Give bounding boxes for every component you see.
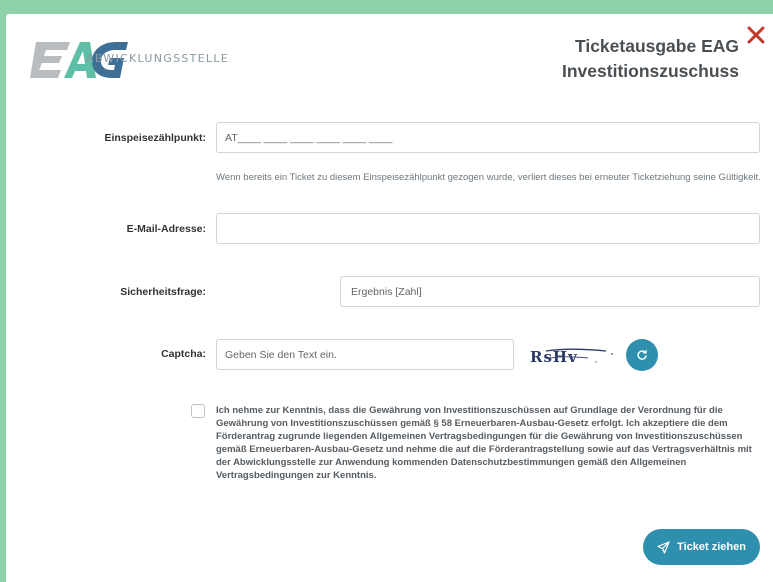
zaehlpunkt-hint: Wenn bereits ein Ticket zu diesem Einspe… <box>216 172 761 183</box>
captcha-refresh-button[interactable] <box>626 339 658 371</box>
dialog-title-line1: Ticketausgabe EAG <box>574 36 739 56</box>
email-label: E-Mail-Adresse: <box>126 223 206 235</box>
consent-checkbox[interactable] <box>191 404 205 418</box>
ticket-ziehen-button[interactable]: Ticket ziehen <box>643 529 760 565</box>
zaehlpunkt-input[interactable] <box>216 122 760 153</box>
consent-text: Ich nehme zur Kenntnis, dass die Gewähru… <box>216 405 752 481</box>
refresh-icon <box>637 349 647 360</box>
close-icon <box>747 26 765 44</box>
dialog-title: Ticketausgabe EAG Investitionszuschuss <box>562 34 739 84</box>
close-button[interactable] <box>745 24 767 46</box>
captcha-input[interactable] <box>216 339 514 370</box>
captcha-image: RsHv <box>526 342 621 368</box>
security-answer-input[interactable] <box>340 276 760 307</box>
dialog-title-line2: Investitionszuschuss <box>562 61 739 81</box>
submit-label: Ticket ziehen <box>677 541 746 553</box>
security-question-label: Sicherheitsfrage: <box>120 286 206 298</box>
email-input[interactable] <box>216 213 760 244</box>
zaehlpunkt-label: Einspeisezählpunkt: <box>104 132 206 144</box>
send-icon <box>657 540 670 554</box>
logo-subtitle: ABWICKLUNGSSTELLE <box>86 52 230 65</box>
captcha-label: Captcha: <box>161 348 206 360</box>
captcha-graphic: RsHv <box>530 348 613 366</box>
ticket-dialog: ABWICKLUNGSSTELLE Ticketausgabe EAG Inve… <box>6 14 773 582</box>
